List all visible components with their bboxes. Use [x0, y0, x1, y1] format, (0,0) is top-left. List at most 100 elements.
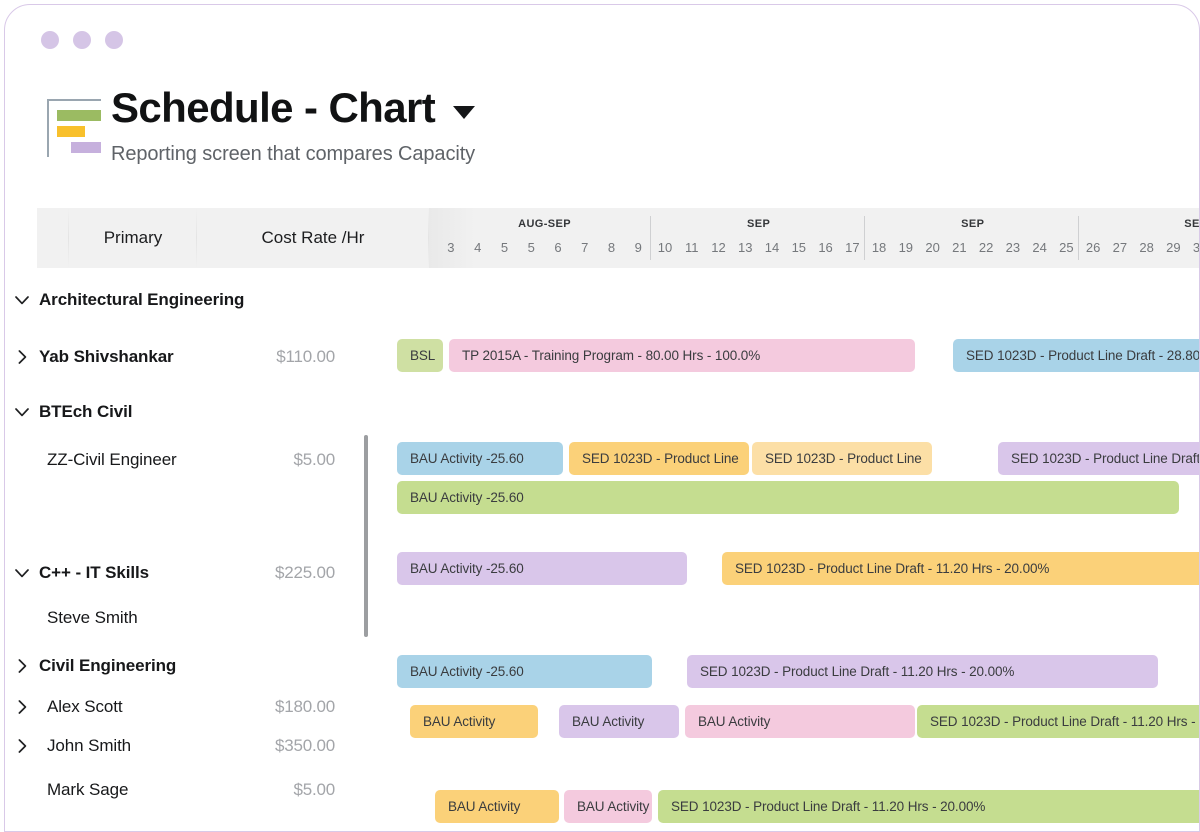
timeline-day-0-3[interactable]: 5: [518, 240, 545, 255]
gantt-bar[interactable]: SED 1023D - Product Line Draft - 28.80 H…: [953, 339, 1199, 372]
timeline-day-0-7[interactable]: 9: [625, 240, 652, 255]
gantt-bar[interactable]: BAU Activity: [410, 705, 538, 738]
timeline-group-label: SEP: [747, 218, 771, 230]
resource-row-label: Yab Shivshankar: [39, 347, 174, 366]
gantt-bar[interactable]: BSL: [397, 339, 443, 372]
timeline-day-0-2[interactable]: 5: [491, 240, 518, 255]
schedule-body: Architectural Engineering Yab Shivshankar…: [5, 268, 1199, 831]
resource-row-cost-rate: $180.00: [274, 697, 335, 716]
page-title: Schedule - Chart: [111, 84, 436, 131]
resource-row[interactable]: Mark Sage $5.00: [5, 770, 397, 810]
resource-row-label: BTEch Civil: [39, 402, 133, 421]
resource-row-label: Mark Sage: [47, 780, 129, 799]
timeline-day-0-5[interactable]: 7: [571, 240, 598, 255]
resource-row-cost-rate: $5.00: [293, 780, 335, 799]
resource-row[interactable]: Alex Scott $180.00: [5, 687, 397, 727]
gantt-bar[interactable]: BAU Activity: [685, 705, 915, 738]
resource-row-list: Architectural Engineering Yab Shivshankar…: [5, 268, 397, 831]
window-dot-1[interactable]: [41, 31, 59, 49]
timeline-day-2-5[interactable]: 23: [1000, 240, 1027, 255]
resource-row-label: Civil Engineering: [39, 656, 177, 675]
timeline-day-1-7[interactable]: 17: [839, 240, 866, 255]
gantt-bar[interactable]: BAU Activity -25.60: [397, 655, 652, 688]
timeline-day-1-0[interactable]: 10: [652, 240, 679, 255]
window-dot-3[interactable]: [105, 31, 123, 49]
gantt-bar[interactable]: SED 1023D - Product Line Draft - 11.20 H…: [722, 552, 1199, 585]
window-controls: [41, 31, 123, 49]
gantt-bar[interactable]: SED 1023D - Product Line Draft - 11.20 H…: [917, 705, 1199, 738]
gantt-bar[interactable]: BAU Activity -25.60: [397, 552, 687, 585]
timeline-day-1-2[interactable]: 12: [705, 240, 732, 255]
timeline-day-0-0[interactable]: 3: [438, 240, 465, 255]
timeline-day-3-1[interactable]: 27: [1106, 240, 1133, 255]
timeline-day-1-5[interactable]: 15: [785, 240, 812, 255]
timeline-day-3-3[interactable]: 29: [1160, 240, 1187, 255]
timeline-day-2-6[interactable]: 24: [1026, 240, 1053, 255]
timeline-day-3-4[interactable]: 30: [1187, 240, 1199, 255]
column-header-cost-rate[interactable]: Cost Rate /Hr: [197, 208, 429, 268]
page-header: Schedule - Chart Reporting screen that c…: [45, 84, 476, 166]
resource-row-label: C++ - IT Skills: [39, 563, 149, 582]
window-dot-2[interactable]: [73, 31, 91, 49]
timeline-day-2-1[interactable]: 19: [892, 240, 919, 255]
timeline-day-1-6[interactable]: 16: [812, 240, 839, 255]
timeline-day-0-1[interactable]: 4: [464, 240, 491, 255]
timeline-day-2-2[interactable]: 20: [919, 240, 946, 255]
gantt-bar[interactable]: BAU Activity: [559, 705, 679, 738]
gantt-bar[interactable]: TP 2015A - Training Program - 80.00 Hrs …: [449, 339, 915, 372]
resource-row[interactable]: Steve Smith: [5, 598, 397, 638]
timeline-day-1-4[interactable]: 14: [759, 240, 786, 255]
timeline-day-2-0[interactable]: 18: [866, 240, 893, 255]
chevron-right-icon[interactable]: [5, 700, 39, 714]
resource-row-label: John Smith: [47, 736, 132, 755]
resource-row[interactable]: Architectural Engineering: [5, 280, 397, 320]
chevron-down-icon[interactable]: [5, 407, 39, 417]
chevron-down-icon[interactable]: [453, 105, 476, 119]
gantt-bar[interactable]: SED 1023D - Product Line Draft - 4.00: [998, 442, 1199, 475]
chevron-right-icon[interactable]: [5, 659, 39, 673]
chevron-right-icon[interactable]: [5, 350, 39, 364]
chevron-right-icon[interactable]: [5, 739, 39, 753]
chevron-down-icon[interactable]: [5, 295, 39, 305]
gantt-bar[interactable]: BAU Activity -25.60: [397, 481, 1179, 514]
timeline-day-1-3[interactable]: 13: [732, 240, 759, 255]
resource-row-cost-rate: $110.00: [276, 347, 335, 366]
vertical-scrollbar[interactable]: [364, 435, 368, 637]
resource-row[interactable]: ZZ-Civil Engineer $5.00: [5, 440, 397, 480]
resource-row[interactable]: John Smith $350.00: [5, 726, 397, 766]
timeline-group-separator: [863, 216, 865, 260]
gantt-bar[interactable]: SED 1023D - Product Line Draft - 11.20 H…: [658, 790, 1199, 823]
timeline-group-label: AUG-SEP: [518, 218, 572, 230]
gantt-bar[interactable]: SED 1023D - Product Line: [752, 442, 932, 475]
timeline-day-2-4[interactable]: 22: [973, 240, 1000, 255]
timeline-day-2-3[interactable]: 21: [946, 240, 973, 255]
resource-row-cost-rate: $350.00: [274, 736, 335, 755]
resource-row[interactable]: Yab Shivshankar $110.00: [5, 337, 397, 377]
column-header-primary[interactable]: Primary: [69, 208, 197, 268]
timeline-day-3-2[interactable]: 28: [1133, 240, 1160, 255]
timeline-group-label: SEP: [1184, 218, 1200, 230]
chevron-down-icon[interactable]: [5, 568, 39, 578]
timeline-day-2-7[interactable]: 25: [1053, 240, 1080, 255]
gantt-bar[interactable]: BAU Activity: [564, 790, 652, 823]
grid-header: Primary Cost Rate /Hr AUG-SEP 3 4 5 5 6 7 8 9 SEP…: [37, 208, 1200, 268]
timeline-day-0-4[interactable]: 6: [545, 240, 572, 255]
column-header-cost-rate-label: Cost Rate /Hr: [261, 228, 365, 247]
timeline-group-label: SEP: [961, 218, 985, 230]
gantt-bar[interactable]: BAU Activity: [435, 790, 559, 823]
resource-row-label: ZZ-Civil Engineer: [47, 450, 177, 469]
timeline-day-0-6[interactable]: 8: [598, 240, 625, 255]
resource-row-cost-rate: $225.00: [274, 563, 335, 582]
timeline-group-1: SEP 10 11 12 13 14 15 16 17: [652, 208, 866, 268]
timeline-header: AUG-SEP 3 4 5 5 6 7 8 9 SEP 10 11 12 13 14 15 16 17 SEP 18 1…: [429, 208, 1200, 268]
timeline-group-separator: [649, 216, 651, 260]
timeline-day-1-1[interactable]: 11: [678, 240, 705, 255]
resource-row[interactable]: Civil Engineering: [5, 646, 397, 686]
gantt-bar[interactable]: SED 1023D - Product Line: [569, 442, 749, 475]
timeline-day-3-0[interactable]: 26: [1080, 240, 1107, 255]
gantt-bar[interactable]: BAU Activity -25.60: [397, 442, 563, 475]
resource-row[interactable]: C++ - IT Skills $225.00: [5, 553, 397, 593]
resource-row[interactable]: BTEch Civil: [5, 392, 397, 432]
gantt-bar[interactable]: SED 1023D - Product Line Draft - 11.20 H…: [687, 655, 1158, 688]
resource-row-label: Architectural Engineering: [39, 290, 245, 309]
